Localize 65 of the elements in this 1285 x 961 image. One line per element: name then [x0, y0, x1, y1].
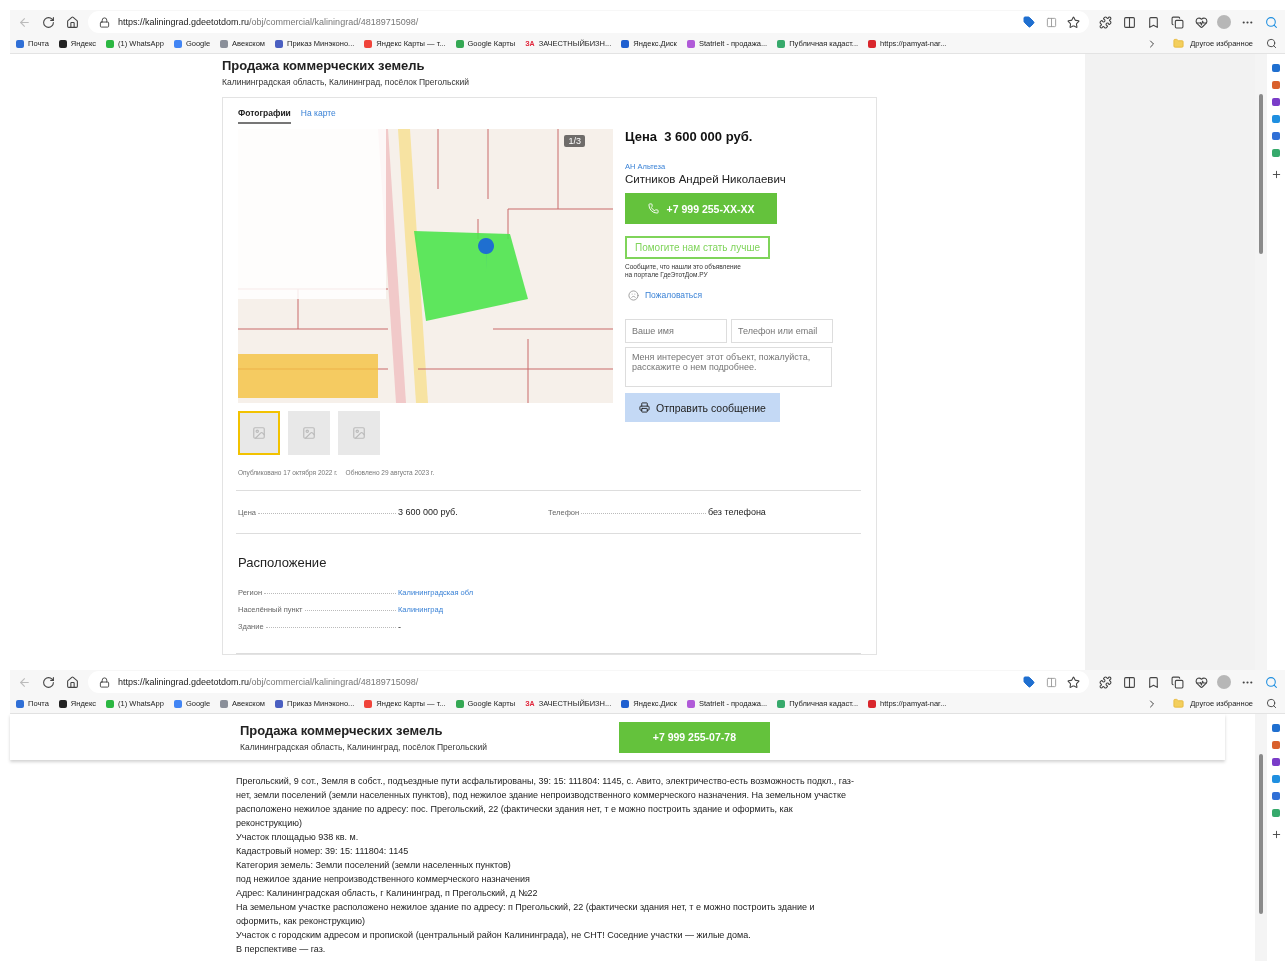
- scrollbar-thumb[interactable]: [1259, 94, 1263, 254]
- sidebar-app-icon[interactable]: [1272, 809, 1280, 817]
- split-screen-icon[interactable]: [1121, 14, 1137, 30]
- listing-address: Калининградская область, Калининград, посёлок Прегольский: [222, 77, 470, 87]
- sidebar-app-icon[interactable]: [1272, 724, 1280, 732]
- description-paragraph: под нежилое здание непроизводственного коммерческого назначения: [236, 873, 531, 886]
- description-paragraph: Адрес: Калининградская область, г Калининград, п Прегольский, д №22: [236, 887, 539, 900]
- listing-address: Калининградская область, Калининград, посёлок Прегольский: [240, 741, 487, 752]
- home-icon[interactable]: [64, 14, 80, 30]
- home-icon[interactable]: [64, 674, 80, 690]
- fact-value: без телефона: [708, 507, 766, 517]
- sidebar-app-icon[interactable]: [1272, 81, 1280, 89]
- sidebar-app-icon[interactable]: [1272, 132, 1280, 140]
- listing-title: Продажа коммерческих земель: [222, 58, 426, 73]
- message-field[interactable]: Меня интересует этот объект, пожалуйста, расскажите о нем подробнее.: [625, 347, 832, 387]
- send-message-button[interactable]: Отправить сообщение: [625, 393, 780, 422]
- photo-thumbnail[interactable]: [238, 411, 280, 455]
- fact-value: 3 600 000 руб.: [398, 507, 458, 517]
- sidebar-app-icon[interactable]: [1272, 149, 1280, 157]
- sidebar-app-icon[interactable]: [1272, 792, 1280, 800]
- profile-avatar[interactable]: [1217, 675, 1231, 689]
- gallery-tab[interactable]: Фотографии: [238, 106, 291, 124]
- address-bar[interactable]: https://kaliningrad.gdeetotdom.ru/obj/commercial/kaliningrad/48189715098/: [88, 11, 1089, 33]
- tag-icon[interactable]: [1021, 14, 1037, 30]
- description-paragraph: Прегольский, 9 сот., Земля в собст., подъездные пути асфальтированы, 39: 15: 111804: 1145, с. Авито, электричество-есть возможность подкл., газ-нет, земли поселений (земли населенных пунктов), под нежилое здание непроизводственного коммерческого назначения. На земельном участке расположено нежилое здание по адресу: пос. Прегольский, 22 (фактически здания нет, т е можно построить здание и оформить, как реконструкцию): [236, 775, 855, 830]
- refresh-icon[interactable]: [40, 674, 56, 690]
- profile-avatar[interactable]: [1217, 15, 1231, 29]
- phone-icon: [647, 203, 659, 214]
- complain-link[interactable]: Пожаловаться: [645, 290, 703, 300]
- description-paragraph: Участок с городским адресом и пропиской (центральный район Калининграда), не СНТ! Соседние участки — жилые дома.: [236, 929, 752, 942]
- puzzle-icon[interactable]: [1097, 674, 1113, 690]
- photo-thumbnail[interactable]: [338, 411, 380, 455]
- collections-icon[interactable]: [1169, 14, 1185, 30]
- description-paragraph: Категория земель: Земли поселений (земли населенных пунктов): [236, 859, 512, 872]
- contact-field[interactable]: Телефон или email: [731, 319, 833, 343]
- description-paragraph: Участок площадью 938 кв. м.: [236, 831, 360, 844]
- listing-title: Продажа коммерческих земель: [240, 722, 444, 738]
- photo-thumbnail[interactable]: [288, 411, 330, 455]
- location-value: -: [398, 621, 401, 632]
- sidebar-app-icon[interactable]: [1272, 758, 1280, 766]
- gallery-tab[interactable]: На карте: [300, 106, 336, 124]
- address-bar[interactable]: https://kaliningrad.gdeetotdom.ru/obj/commercial/kaliningrad/48189715098/: [88, 671, 1089, 693]
- sidebar-app-icon[interactable]: [1272, 64, 1280, 72]
- section-heading: Расположение: [238, 555, 328, 570]
- scrollbar-thumb[interactable]: [1259, 754, 1263, 914]
- printer-icon: [639, 402, 650, 413]
- agent-name: Ситников Андрей Николаевич: [625, 173, 786, 185]
- description-paragraph: В перспективе — газ.: [236, 943, 327, 956]
- price-heading: Цена 3 600 000 руб.: [625, 129, 753, 144]
- description-paragraph: На земельном участке расположено нежилое здание по адресу: п Прегольский, 22 (фактически здания нет, т е можно построить здание и оформить, как реконструкцию): [236, 901, 816, 928]
- star-icon[interactable]: [1065, 14, 1081, 30]
- photo-counter: 1/3: [564, 135, 585, 147]
- sidebar-app-icon[interactable]: [1272, 115, 1280, 123]
- description-paragraph: Кадастровый номер: 39: 15: 111804: 1145: [236, 845, 410, 858]
- name-field[interactable]: Ваше имя: [625, 319, 727, 343]
- puzzle-icon[interactable]: [1097, 14, 1113, 30]
- sidebar-app-icon[interactable]: [1272, 98, 1280, 106]
- sidebar-app-icon[interactable]: [1272, 741, 1280, 749]
- sad-face-icon: [625, 287, 641, 303]
- refresh-icon[interactable]: [40, 14, 56, 30]
- star-icon[interactable]: [1065, 674, 1081, 690]
- tag-icon[interactable]: [1021, 674, 1037, 690]
- sidebar-app-icon[interactable]: [1272, 775, 1280, 783]
- split-screen-icon[interactable]: [1121, 674, 1137, 690]
- collections-icon[interactable]: [1169, 674, 1185, 690]
